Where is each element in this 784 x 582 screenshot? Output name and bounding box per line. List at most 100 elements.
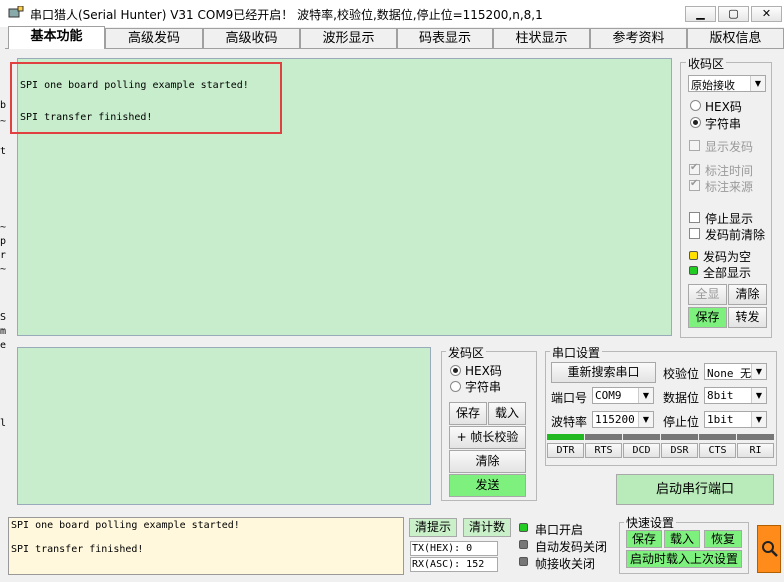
tx-panel-title: 发码区 bbox=[446, 344, 487, 361]
pin-rts-button[interactable]: RTS bbox=[585, 443, 622, 458]
databits-value: 8bit bbox=[707, 389, 734, 402]
stop-display-label: 停止显示 bbox=[705, 212, 754, 226]
show-send-label: 显示发码 bbox=[705, 140, 754, 154]
port-select[interactable]: COM9 ▼ bbox=[592, 387, 654, 404]
pin-indicator bbox=[737, 434, 774, 440]
serial-hunter-window: 串口猎人(Serial Hunter) V31 COM9已经开启！ 波特率,校验… bbox=[0, 0, 784, 582]
tx-load-button[interactable]: 载入 bbox=[488, 402, 526, 425]
rescan-ports-button[interactable]: 重新搜索串口 bbox=[551, 362, 656, 383]
port-value: COM9 bbox=[595, 389, 622, 402]
send-empty-label: 发码为空 bbox=[703, 250, 752, 264]
frame-check-button[interactable]: + 帧长校验 bbox=[449, 426, 526, 449]
quick-settings-title: 快速设置 bbox=[624, 514, 677, 531]
pin-indicator bbox=[547, 434, 584, 440]
quick-save-button[interactable]: 保存 bbox=[626, 530, 662, 548]
chevron-down-icon: ▼ bbox=[751, 412, 766, 427]
mark-time-checkbox[interactable] bbox=[689, 162, 700, 175]
show-all-label: 全部显示 bbox=[703, 266, 752, 280]
port-open-led bbox=[519, 523, 528, 532]
chevron-down-icon: ▼ bbox=[750, 76, 765, 91]
mark-source-label: 标注来源 bbox=[705, 180, 754, 194]
edge-char: ~ bbox=[0, 264, 7, 275]
rx-string-radio[interactable] bbox=[690, 117, 701, 128]
send-button[interactable]: 发送 bbox=[449, 474, 526, 497]
databits-select[interactable]: 8bit ▼ bbox=[704, 387, 767, 404]
show-all-button[interactable]: 全显 bbox=[688, 284, 727, 305]
log-line: SPI one board polling example started! bbox=[11, 520, 240, 531]
auto-send-led bbox=[519, 540, 528, 549]
stop-display-checkbox[interactable] bbox=[689, 212, 700, 223]
port-open-label: 串口开启 bbox=[535, 523, 584, 537]
chevron-down-icon: ▼ bbox=[638, 412, 653, 427]
tx-clear-button[interactable]: 清除 bbox=[449, 450, 526, 473]
log-line: SPI transfer finished! bbox=[11, 544, 144, 555]
show-all-led bbox=[689, 266, 698, 275]
tab-bar-display[interactable]: 柱状显示 bbox=[493, 28, 590, 49]
tx-counter: TX(HEX): 0 bbox=[410, 541, 498, 556]
minimize-button[interactable]: ▁ bbox=[685, 6, 716, 22]
parity-label: 校验位 bbox=[663, 367, 700, 381]
rx-forward-button[interactable]: 转发 bbox=[728, 307, 767, 328]
chevron-down-icon: ▼ bbox=[638, 388, 653, 403]
rx-mode-select[interactable]: 原始接收 ▼ bbox=[688, 75, 766, 92]
send-text-area[interactable] bbox=[17, 347, 431, 505]
tx-string-label: 字符串 bbox=[465, 380, 502, 394]
tab-strip: 基本功能 高级发码 高级收码 波形显示 码表显示 柱状显示 参考资料 版权信息 bbox=[8, 26, 784, 49]
rx-mode-value: 原始接收 bbox=[691, 79, 735, 92]
tool-button[interactable] bbox=[757, 525, 781, 573]
clear-before-send-checkbox[interactable] bbox=[689, 228, 700, 239]
tab-code-table[interactable]: 码表显示 bbox=[397, 28, 493, 49]
pin-cts-indicator: CTS bbox=[699, 443, 736, 458]
mark-time-label: 标注时间 bbox=[705, 164, 754, 178]
frame-recv-label: 帧接收关闭 bbox=[535, 557, 596, 571]
pin-dsr-indicator: DSR bbox=[661, 443, 698, 458]
startup-load-button[interactable]: 启动时载入上次设置 bbox=[626, 550, 742, 568]
stopbits-select[interactable]: 1bit ▼ bbox=[704, 411, 767, 428]
chevron-down-icon: ▼ bbox=[751, 388, 766, 403]
rx-save-button[interactable]: 保存 bbox=[688, 307, 727, 328]
tx-string-radio[interactable] bbox=[450, 381, 461, 392]
quick-load-button[interactable]: 载入 bbox=[664, 530, 700, 548]
baud-value: 115200 bbox=[595, 413, 635, 426]
edge-char: ~ bbox=[0, 116, 7, 127]
tab-basic[interactable]: 基本功能 bbox=[8, 26, 105, 49]
tx-save-button[interactable]: 保存 bbox=[449, 402, 487, 425]
tab-reference[interactable]: 参考资料 bbox=[590, 28, 687, 49]
pin-ri-indicator: RI bbox=[737, 443, 774, 458]
tab-copyright[interactable]: 版权信息 bbox=[687, 28, 784, 49]
rx-clear-button[interactable]: 清除 bbox=[728, 284, 767, 305]
tx-hex-radio[interactable] bbox=[450, 365, 461, 376]
stopbits-label: 停止位 bbox=[663, 415, 700, 429]
bottom-log-area[interactable]: SPI one board polling example started! S… bbox=[8, 517, 404, 575]
close-button[interactable]: ✕ bbox=[751, 6, 782, 22]
show-send-checkbox[interactable] bbox=[689, 140, 700, 151]
clear-count-button[interactable]: 清计数 bbox=[463, 518, 511, 537]
mark-source-checkbox[interactable] bbox=[689, 178, 700, 191]
tab-waveform[interactable]: 波形显示 bbox=[300, 28, 397, 49]
parity-select[interactable]: None 无 ▼ bbox=[704, 363, 767, 380]
edge-char: t bbox=[0, 146, 7, 157]
edge-char: e bbox=[0, 340, 7, 351]
baud-select[interactable]: 115200 ▼ bbox=[592, 411, 654, 428]
parity-value: None 无 bbox=[707, 367, 752, 380]
clear-hint-button[interactable]: 清提示 bbox=[409, 518, 457, 537]
pin-indicator bbox=[585, 434, 622, 440]
edge-char: m bbox=[0, 326, 7, 337]
edge-char: ~ bbox=[0, 222, 7, 233]
title-bar: 串口猎人(Serial Hunter) V31 COM9已经开启！ 波特率,校验… bbox=[0, 0, 784, 27]
tx-hex-label: HEX码 bbox=[465, 364, 502, 378]
edge-char: l bbox=[0, 418, 7, 429]
start-port-button[interactable]: 启动串行端口 bbox=[616, 474, 774, 505]
port-label: 端口号 bbox=[551, 391, 588, 405]
maximize-button[interactable]: ▢ bbox=[718, 6, 749, 22]
app-icon bbox=[8, 6, 24, 18]
edge-char: b bbox=[0, 100, 7, 111]
pin-dtr-button[interactable]: DTR bbox=[547, 443, 584, 458]
tab-advanced-receive[interactable]: 高级收码 bbox=[203, 28, 300, 49]
auto-send-label: 自动发码关闭 bbox=[535, 540, 608, 554]
magnifier-icon bbox=[762, 541, 778, 557]
send-empty-led bbox=[689, 251, 698, 260]
quick-restore-button[interactable]: 恢复 bbox=[704, 530, 742, 548]
rx-hex-radio[interactable] bbox=[690, 100, 701, 111]
tab-advanced-send[interactable]: 高级发码 bbox=[105, 28, 203, 49]
